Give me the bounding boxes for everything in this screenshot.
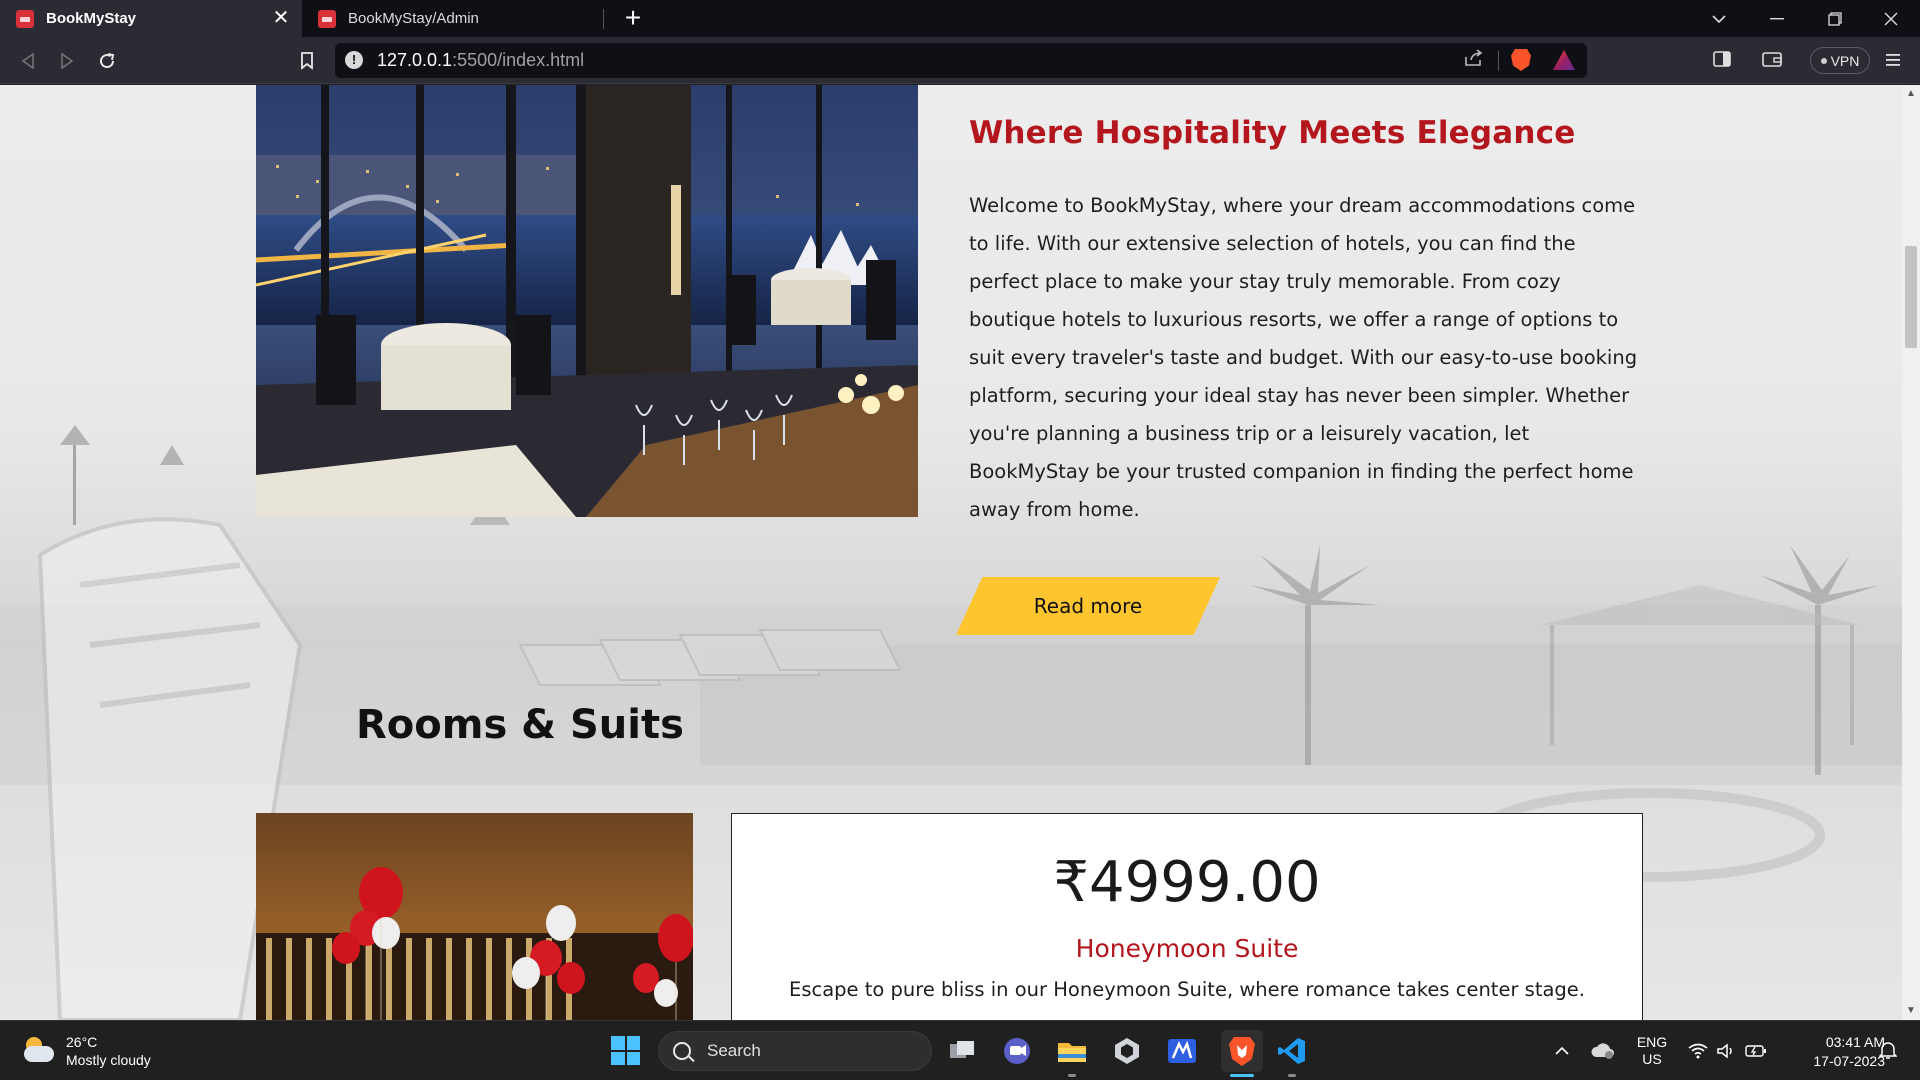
browser-tab-strip: BookMyStay ✕ BookMyStay/Admin +	[0, 0, 1920, 37]
unity-hub-icon[interactable]	[1111, 1035, 1143, 1067]
clock-time: 03:41 AM	[1825, 1034, 1885, 1050]
notification-center-icon[interactable]	[1872, 1021, 1904, 1080]
menu-icon[interactable]	[1880, 48, 1906, 74]
brave-active-indicator	[1230, 1074, 1254, 1077]
share-icon[interactable]	[1462, 49, 1486, 73]
windows-taskbar: 26°C Mostly cloudy Search ENG US 03:41 A…	[0, 1020, 1920, 1080]
page-viewport: Where Hospitality Meets Elegance Welcome…	[0, 85, 1920, 1020]
bookmystay-favicon-icon	[16, 9, 34, 28]
app-launcher-icon[interactable]	[1166, 1035, 1198, 1067]
bookmystay-admin-favicon-icon	[318, 9, 336, 28]
task-view-icon[interactable]	[946, 1035, 978, 1067]
volume-icon[interactable]	[1712, 1021, 1740, 1080]
wallet-icon[interactable]	[1759, 48, 1785, 74]
file-explorer-icon[interactable]	[1056, 1035, 1088, 1067]
vscode-icon[interactable]	[1276, 1035, 1308, 1067]
onedrive-cloud-icon[interactable]	[1588, 1021, 1618, 1080]
tab-bookmystay[interactable]: BookMyStay ✕	[0, 0, 302, 37]
tab-title: BookMyStay	[46, 10, 137, 27]
scroll-up-arrow-icon[interactable]: ▲	[1902, 85, 1920, 103]
room-card-honeymoon-suite[interactable]: ₹4999.00 Honeymoon Suite Escape to pure …	[731, 813, 1643, 1020]
hotel-restaurant-image	[256, 85, 918, 517]
bookmark-icon[interactable]	[292, 46, 322, 76]
vscode-running-indicator	[1288, 1074, 1296, 1077]
wifi-icon[interactable]	[1684, 1021, 1712, 1080]
battery-icon[interactable]	[1742, 1021, 1770, 1080]
taskbar-search[interactable]: Search	[658, 1031, 932, 1071]
close-window-button[interactable]	[1862, 0, 1920, 37]
tab-bookmystay-admin[interactable]: BookMyStay/Admin	[302, 0, 604, 37]
weather-condition: Mostly cloudy	[66, 1052, 151, 1068]
teams-chat-icon[interactable]	[1001, 1035, 1033, 1067]
vpn-status-dot-icon	[1820, 57, 1827, 64]
taskbar-search-label: Search	[707, 1041, 761, 1060]
url-path: :5500/index.html	[452, 50, 585, 70]
read-more-button[interactable]: Read more	[956, 577, 1220, 635]
search-icon	[673, 1042, 691, 1060]
vpn-label: VPN	[1830, 52, 1860, 69]
honeymoon-suite-image	[256, 813, 693, 1020]
scrollbar-thumb[interactable]	[1905, 246, 1917, 348]
address-bar[interactable]: ! 127.0.0.1:5500/index.html	[335, 43, 1587, 78]
about-title: Where Hospitality Meets Elegance	[969, 115, 1576, 151]
reload-button[interactable]	[92, 46, 122, 76]
tab-title: BookMyStay/Admin	[348, 10, 479, 27]
partly-cloudy-icon	[22, 1037, 56, 1065]
windows-start-icon[interactable]	[611, 1036, 640, 1065]
rooms-heading: Rooms & Suits	[356, 702, 684, 748]
new-tab-button[interactable]: +	[618, 2, 648, 34]
weather-widget[interactable]: 26°C Mostly cloudy	[22, 1033, 151, 1069]
file-explorer-running-indicator	[1068, 1074, 1076, 1077]
brave-rewards-icon[interactable]	[1553, 50, 1575, 70]
system-clock[interactable]: 03:41 AM 17-07-2023	[1775, 1033, 1885, 1071]
minimize-button[interactable]	[1748, 0, 1806, 37]
room-name: Honeymoon Suite	[1075, 934, 1299, 963]
scroll-down-arrow-icon[interactable]: ▼	[1902, 1002, 1920, 1020]
vpn-button[interactable]: VPN	[1810, 47, 1870, 74]
show-hidden-icons-chevron-icon[interactable]	[1550, 1021, 1574, 1080]
site-info-icon[interactable]: !	[345, 51, 363, 69]
brave-shields-icon[interactable]	[1511, 49, 1531, 71]
sidebar-toggle-icon[interactable]	[1709, 48, 1735, 74]
restore-button[interactable]	[1806, 0, 1864, 37]
tab-close-icon[interactable]: ✕	[270, 7, 292, 29]
tab-divider	[603, 9, 604, 29]
language-indicator[interactable]: ENG US	[1632, 1021, 1672, 1080]
language-code: ENG	[1636, 1034, 1668, 1050]
tab-search-chevron-icon[interactable]	[1690, 0, 1748, 37]
url-text[interactable]: 127.0.0.1:5500/index.html	[377, 50, 584, 71]
brave-browser-taskbar-icon[interactable]	[1221, 1030, 1263, 1072]
language-region: US	[1642, 1051, 1662, 1067]
room-price: ₹4999.00	[1053, 850, 1321, 915]
forward-button[interactable]	[52, 46, 82, 76]
page-scrollbar[interactable]: ▲ ▼	[1902, 85, 1920, 1020]
about-description: Welcome to BookMyStay, where your dream …	[969, 194, 1638, 521]
back-button[interactable]	[13, 46, 43, 76]
room-description: Escape to pure bliss in our Honeymoon Su…	[789, 978, 1585, 1001]
address-bar-divider	[1498, 51, 1499, 71]
weather-temperature: 26°C	[66, 1034, 98, 1050]
clock-date: 17-07-2023	[1813, 1053, 1885, 1069]
browser-toolbar: ! 127.0.0.1:5500/index.html VPN	[0, 37, 1920, 84]
url-host: 127.0.0.1	[377, 50, 453, 70]
